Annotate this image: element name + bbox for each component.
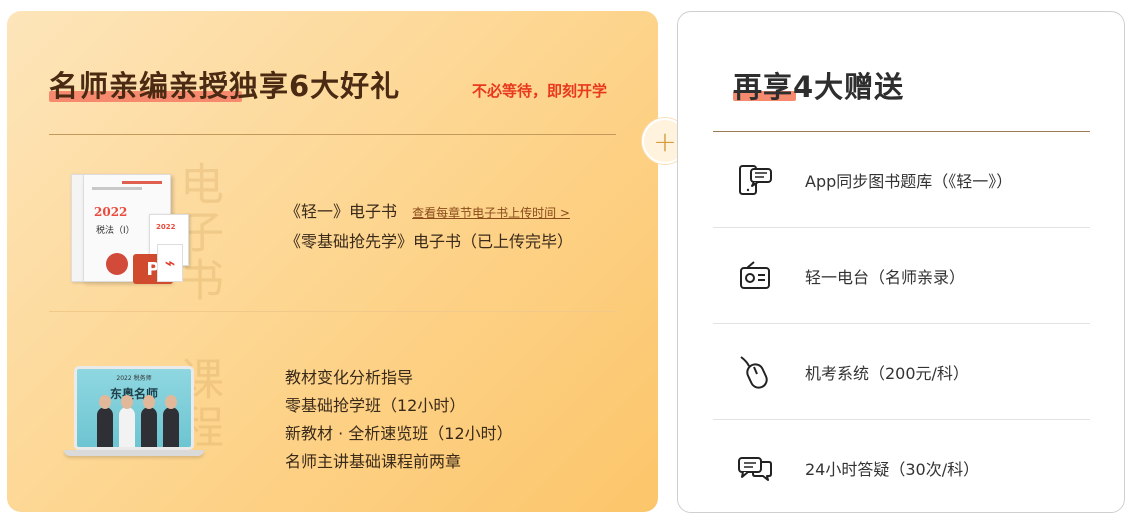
book-title: 税法（I） — [96, 226, 135, 236]
teacher-head — [121, 395, 133, 409]
teacher-figure — [141, 395, 157, 447]
screen-caption: 2022 税务师 — [116, 375, 152, 382]
teacher-figure — [163, 395, 179, 447]
mouse-icon — [740, 356, 768, 389]
teacher-head — [165, 395, 177, 409]
gift-label: 轻一电台（名师亲录） — [805, 268, 966, 287]
laptop-illustration: 2022 税务师 东奥名师 — [64, 364, 204, 464]
right-title-block: 再享4大赠送 — [733, 64, 933, 106]
gift-row-exam: 机考系统（200元/科） — [713, 324, 1090, 420]
left-subtitle: 不必等待，即刻开学 — [472, 82, 608, 100]
pdf-icon: ⌁ — [157, 244, 183, 282]
book-year: 2022 — [94, 205, 128, 219]
radio-icon — [740, 261, 770, 289]
right-title: 再享4大赠送 — [733, 70, 905, 104]
course-item: 教材变化分析指导 — [285, 368, 414, 387]
course-list: 教材变化分析指导 零基础抢学班（12小时） 新教材 · 全析速览班（12小时） … — [285, 364, 513, 476]
chat-phone-icon — [739, 165, 772, 195]
section-divider — [49, 311, 616, 312]
gift-panel-right: 再享4大赠送 App同步图书题库（《轻一》） 轻一电台（名师亲录） 机考系统（2… — [677, 11, 1125, 513]
teacher-head — [143, 395, 155, 409]
gift-row-radio: 轻一电台（名师亲录） — [713, 228, 1090, 324]
left-title-divider — [49, 134, 616, 135]
cover-stripe — [122, 181, 162, 184]
left-title-block: 名师亲编亲授独享6大好礼 — [49, 63, 409, 107]
teacher-figure — [119, 395, 135, 447]
gift-row-app: App同步图书题库（《轻一》） — [713, 132, 1090, 228]
gift-label: 24小时答疑（30次/科） — [805, 460, 980, 479]
ebook-info: 《轻一》电子书 查看每章节电子书上传时间 > 《零基础抢先学》电子书（已上传完毕… — [285, 198, 573, 258]
book-badge — [106, 253, 128, 275]
teacher-head — [99, 395, 111, 409]
gift-row-qa: 24小时答疑（30次/科） — [713, 420, 1090, 516]
cover-line — [92, 187, 142, 190]
laptop-screen: 2022 税务师 东奥名师 — [74, 366, 194, 450]
ebook-item-1-label: 《轻一》电子书 — [285, 202, 398, 221]
laptop-base — [64, 450, 204, 456]
teacher-figure — [97, 395, 113, 447]
left-title: 名师亲编亲授独享6大好礼 — [49, 69, 401, 103]
ebook-item-1: 《轻一》电子书 查看每章节电子书上传时间 > — [285, 198, 573, 228]
ebook-illustration: 2022 税法（I） 2022 P ⌁ — [71, 174, 191, 284]
course-item: 名师主讲基础课程前两章 — [285, 452, 462, 471]
gift-label: App同步图书题库（《轻一》） — [805, 172, 1013, 191]
book-small-year: 2022 — [156, 223, 176, 231]
course-item: 零基础抢学班（12小时） — [285, 396, 466, 415]
ebook-item-2: 《零基础抢先学》电子书（已上传完毕） — [285, 232, 574, 251]
course-item: 新教材 · 全析速览班（12小时） — [285, 424, 513, 443]
gift-label: 机考系统（200元/科） — [805, 364, 969, 383]
chat-bubbles-icon — [738, 457, 772, 481]
ebook-upload-time-link[interactable]: 查看每章节电子书上传时间 > — [412, 206, 570, 220]
gift-panel-left: 名师亲编亲授独享6大好礼 不必等待，即刻开学 电子书 2022 税法（I） 20… — [7, 11, 658, 512]
